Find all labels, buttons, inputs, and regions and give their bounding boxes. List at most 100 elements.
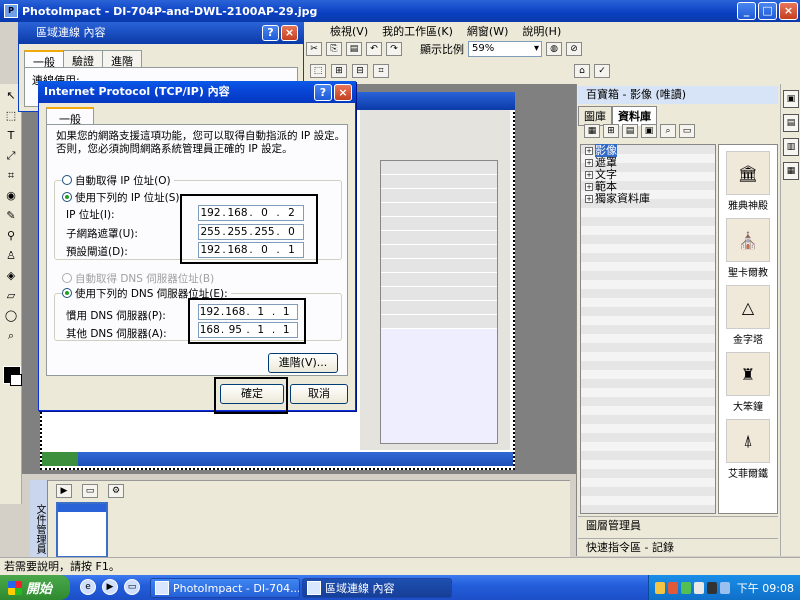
tab-general[interactable]: 一般 <box>46 107 94 126</box>
tcpip-close-button[interactable]: × <box>334 84 352 101</box>
copy-icon[interactable]: ⎘ <box>326 42 342 56</box>
search-icon[interactable]: ⌕ <box>660 124 676 138</box>
dropper-tool-icon[interactable]: ⚲ <box>3 228 19 244</box>
app-title: PhotoImpact - DI-704P-and-DWL-2100AP-29.… <box>22 4 318 18</box>
default-gateway-label: 預設閘道(D): <box>66 246 128 258</box>
alternate-dns-field[interactable]: 168. 95. 1. 1 <box>198 322 298 338</box>
zoom-select[interactable]: 59% <box>468 41 542 57</box>
eraser-tool-icon[interactable]: ▱ <box>3 288 19 304</box>
library-tree: + 影像 + 遮罩 + 文字 + 範本 + 獨家資料庫 <box>580 144 716 514</box>
network-tray-icon[interactable] <box>720 581 730 594</box>
stop-icon[interactable]: ⊘ <box>566 42 582 56</box>
folder-icon[interactable]: ▭ <box>679 124 695 138</box>
transform-tool-icon[interactable]: ⤢ <box>3 148 19 164</box>
play-icon[interactable]: ▶ <box>56 484 72 498</box>
preferred-dns-field[interactable]: 192. 168. 1. 1 <box>198 304 298 320</box>
auto-ip-radio[interactable]: 自動取得 IP 位址(O) <box>62 173 174 188</box>
view-mode-icon[interactable]: ▭ <box>82 484 98 498</box>
tab-gallery[interactable]: 圖庫 <box>578 106 612 126</box>
canvas-embedded-panel <box>380 160 498 444</box>
app-titlebar: P PhotoImpact - DI-704P-and-DWL-2100AP-2… <box>0 0 800 22</box>
auto-dns-radio[interactable]: 自動取得 DNS 伺服器位址(B) <box>62 271 214 286</box>
select-add-icon[interactable]: ⊞ <box>331 64 347 78</box>
ok-button[interactable]: 確定 <box>220 384 284 404</box>
gallery-item[interactable]: ⛪ 聖卡爾教 <box>719 218 777 279</box>
tray-icon[interactable] <box>694 581 704 594</box>
marquee-tool-icon[interactable]: ⬚ <box>3 108 19 124</box>
tray-icon[interactable] <box>681 581 691 594</box>
default-gateway-field[interactable]: 192. 168. 0. 1 <box>198 242 304 258</box>
task-photoimpact[interactable]: PhotoImpact - DI-704... <box>150 578 300 598</box>
ie-icon[interactable]: e <box>80 579 96 595</box>
desktop-icon[interactable]: ▭ <box>124 579 140 595</box>
list-view-icon[interactable]: ▤ <box>622 124 638 138</box>
clock[interactable]: 下午 09:08 <box>737 580 794 596</box>
subnet-mask-field[interactable]: 255. 255. 255. 0 <box>198 224 304 240</box>
shape-tool-icon[interactable]: ◯ <box>3 308 19 324</box>
thumbnail-view-icon[interactable]: ▣ <box>641 124 657 138</box>
pyramid-thumbnail-icon: △ <box>726 285 770 329</box>
select-mode-icon[interactable]: ⬚ <box>310 64 326 78</box>
tab-library[interactable]: 資料庫 <box>612 106 657 126</box>
layer-manager-bar[interactable]: 圖層管理員 <box>578 516 778 534</box>
tray-icon[interactable] <box>707 581 717 594</box>
side-panel-icon[interactable]: ▣ <box>783 90 799 108</box>
lan-close-button[interactable]: × <box>281 25 298 41</box>
menu-help[interactable]: 說明(H) <box>522 23 561 39</box>
brush-tool-icon[interactable]: ✎ <box>3 208 19 224</box>
scissors-icon[interactable]: ✂ <box>306 42 322 56</box>
paste-icon[interactable]: ▤ <box>346 42 362 56</box>
tray-icon[interactable] <box>668 581 678 594</box>
maximize-button[interactable]: □ <box>758 2 777 20</box>
menu-workspace[interactable]: 我的工作區(K) <box>382 23 453 39</box>
photoimpact-task-icon <box>155 581 169 595</box>
help-button[interactable]: ? <box>314 84 332 101</box>
menu-bar: 檢視(V) 我的工作區(K) 網窗(W) 說明(H) <box>300 22 800 40</box>
advanced-button[interactable]: 進階(V)... <box>268 353 338 373</box>
tray-icon[interactable] <box>655 581 665 594</box>
quick-command-bar[interactable]: 快速指令區 - 記錄 <box>578 538 778 556</box>
side-panel-icon[interactable]: ▦ <box>783 162 799 180</box>
background-color[interactable] <box>10 374 22 386</box>
side-panel-icon[interactable]: ▤ <box>783 114 799 132</box>
close-button[interactable]: × <box>779 2 798 20</box>
eye-tool-icon[interactable]: ◉ <box>3 188 19 204</box>
panel-side-strip: ▣ ▤ ▥ ▦ <box>780 84 800 556</box>
tree-view-icon[interactable]: ⊞ <box>603 124 619 138</box>
crop-icon[interactable]: ⌗ <box>373 64 389 78</box>
media-player-icon[interactable]: ▶ <box>102 579 118 595</box>
gallery-item[interactable]: ♜ 大笨鐘 <box>719 352 777 413</box>
library-icon[interactable]: ▦ <box>584 124 600 138</box>
pointer-tool-icon[interactable]: ↖ <box>3 88 19 104</box>
home-icon[interactable]: ⌂ <box>574 64 590 78</box>
manual-ip-radio[interactable]: 使用下列的 IP 位址(S): <box>62 190 186 205</box>
side-panel-icon[interactable]: ▥ <box>783 138 799 156</box>
fill-tool-icon[interactable]: ◈ <box>3 268 19 284</box>
stamp-tool-icon[interactable]: ♙ <box>3 248 19 264</box>
minimize-button[interactable]: _ <box>737 2 756 20</box>
crop-tool-icon[interactable]: ⌗ <box>3 168 19 184</box>
cancel-button[interactable]: 取消 <box>290 384 348 404</box>
tree-item-exclusive-library[interactable]: + 獨家資料庫 <box>581 193 715 205</box>
text-tool-icon[interactable]: T <box>3 128 19 144</box>
document-thumbnail[interactable] <box>56 502 108 558</box>
ip-address-field[interactable]: 192. 168. 0. 2 <box>198 205 304 221</box>
redo-icon[interactable]: ↷ <box>386 42 402 56</box>
menu-view[interactable]: 檢視(V) <box>330 23 368 39</box>
gallery-item[interactable]: △ 金字塔 <box>719 285 777 346</box>
menu-window[interactable]: 網窗(W) <box>467 23 508 39</box>
select-subtract-icon[interactable]: ⊟ <box>352 64 368 78</box>
tcpip-dialog-title: Internet Protocol (TCP/IP) 內容 <box>38 81 356 103</box>
help-button[interactable]: ? <box>262 25 279 41</box>
undo-icon[interactable]: ↶ <box>366 42 382 56</box>
gallery-item[interactable]: 🏛 雅典神殿 <box>719 151 777 212</box>
start-button[interactable]: 開始 <box>0 575 70 600</box>
globe-icon[interactable]: ◍ <box>546 42 562 56</box>
task-lan-properties[interactable]: 區域連線 內容 <box>302 578 452 598</box>
gallery-item[interactable]: ⍋ 艾菲爾鐵 <box>719 419 777 480</box>
zoom-tool-icon[interactable]: ⌕ <box>3 328 19 344</box>
ip-address-label: IP 位址(I): <box>66 209 115 221</box>
document-manager-tab[interactable]: 文件管理員 <box>30 480 48 564</box>
check-icon[interactable]: ✓ <box>594 64 610 78</box>
options-icon[interactable]: ⚙ <box>108 484 124 498</box>
